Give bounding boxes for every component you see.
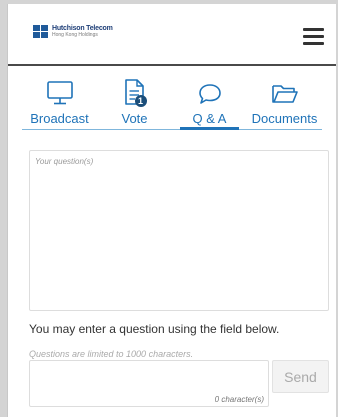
character-counter: 0 character(s) — [214, 395, 264, 404]
question-textarea[interactable]: Your question(s) — [29, 150, 329, 311]
monitor-icon — [46, 76, 74, 106]
question-placeholder: Your question(s) — [35, 157, 94, 166]
instruction-text: You may enter a question using the field… — [29, 322, 280, 336]
send-button[interactable]: Send — [272, 360, 329, 393]
logo-subtitle: Hong Kong Holdings — [52, 32, 98, 38]
header: Hutchison Telecom Hong Kong Holdings — [8, 4, 336, 66]
tab-vote[interactable]: 1 Vote — [97, 76, 172, 129]
tab-label: Documents — [251, 111, 318, 126]
speech-bubble-icon — [197, 76, 223, 106]
logo-name: Hutchison Telecom — [52, 25, 113, 32]
tab-documents[interactable]: Documents — [247, 76, 322, 129]
folder-icon — [271, 76, 299, 106]
logo-mark-icon — [33, 25, 48, 39]
hamburger-menu-icon[interactable] — [303, 28, 324, 45]
company-logo[interactable]: Hutchison Telecom Hong Kong Holdings — [33, 25, 113, 39]
notification-badge: 1 — [134, 95, 147, 107]
active-tab-indicator — [180, 127, 239, 130]
character-limit-note: Questions are limited to 1000 characters… — [29, 349, 194, 359]
app-frame: Hutchison Telecom Hong Kong Holdings Bro… — [7, 4, 336, 417]
tab-label: Broadcast — [30, 111, 89, 126]
tab-broadcast[interactable]: Broadcast — [22, 76, 97, 129]
tab-qa[interactable]: Q & A — [172, 76, 247, 130]
document-icon: 1 — [124, 76, 147, 107]
tab-label: Vote — [121, 111, 148, 126]
tab-label: Q & A — [192, 111, 227, 126]
tab-bar: Broadcast 1 Vote Q & A Documents — [22, 76, 322, 130]
question-input[interactable]: 0 character(s) — [29, 360, 269, 407]
